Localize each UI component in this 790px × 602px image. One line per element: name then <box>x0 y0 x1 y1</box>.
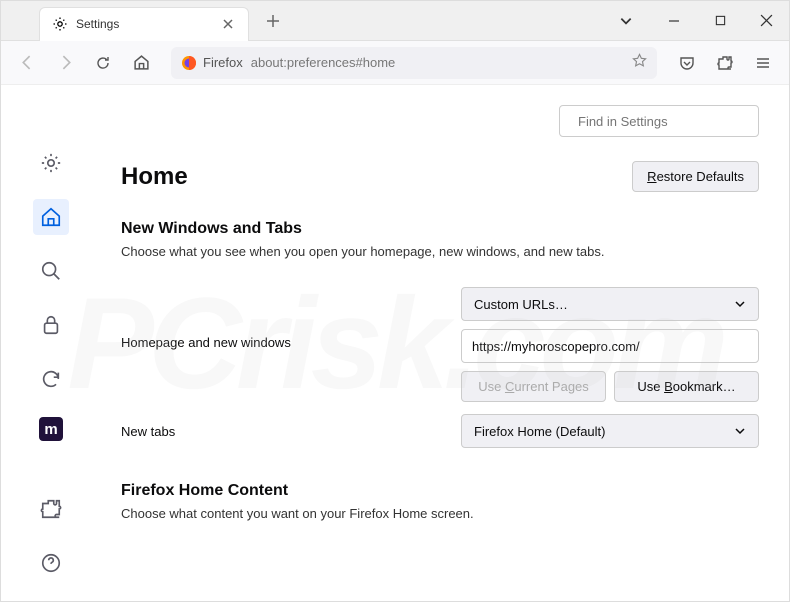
section-new-windows-title: New Windows and Tabs <box>121 220 759 238</box>
sidebar-general[interactable] <box>33 145 69 181</box>
url-text: about:preferences#home <box>251 55 624 70</box>
close-window-button[interactable] <box>743 1 789 41</box>
tab-settings[interactable]: Settings <box>39 7 249 41</box>
home-button[interactable] <box>125 47 157 79</box>
sidebar-extensions[interactable] <box>33 491 69 527</box>
chevron-down-icon <box>734 298 746 310</box>
sidebar-privacy[interactable] <box>33 307 69 343</box>
url-identity: Firefox <box>181 55 243 71</box>
forward-button[interactable] <box>49 47 81 79</box>
firefox-logo-icon <box>181 55 197 71</box>
gear-icon <box>52 16 68 32</box>
sidebar-help[interactable] <box>33 545 69 581</box>
use-bookmark-button[interactable]: Use Bookmark… <box>614 371 759 402</box>
window: Settings <box>0 0 790 602</box>
sidebar-home[interactable] <box>33 199 69 235</box>
restore-defaults-button[interactable]: Restore Defaults <box>632 161 759 192</box>
extensions-button[interactable] <box>709 47 741 79</box>
pocket-button[interactable] <box>671 47 703 79</box>
titlebar-controls <box>609 1 789 41</box>
new-tab-button[interactable] <box>259 7 287 35</box>
homepage-label: Homepage and new windows <box>121 287 441 350</box>
homepage-mode-value: Custom URLs… <box>474 297 568 312</box>
sidebar-sync[interactable] <box>33 361 69 397</box>
homepage-mode-select[interactable]: Custom URLs… <box>461 287 759 321</box>
url-identity-label: Firefox <box>203 55 243 70</box>
menu-button[interactable] <box>747 47 779 79</box>
sidebar: m <box>1 85 101 601</box>
chevron-down-icon <box>734 425 746 437</box>
reload-button[interactable] <box>87 47 119 79</box>
section-new-windows-desc: Choose what you see when you open your h… <box>121 244 759 259</box>
titlebar: Settings <box>1 1 789 41</box>
tabs-dropdown-icon[interactable] <box>609 1 643 41</box>
navbar: Firefox about:preferences#home <box>1 41 789 85</box>
newtabs-label: New tabs <box>121 424 441 439</box>
settings-search[interactable] <box>559 105 759 137</box>
close-icon[interactable] <box>220 16 236 32</box>
minimize-button[interactable] <box>651 1 697 41</box>
sidebar-search[interactable] <box>33 253 69 289</box>
section-home-content-desc: Choose what content you want on your Fir… <box>121 506 759 521</box>
homepage-url-input[interactable] <box>461 329 759 363</box>
url-bar[interactable]: Firefox about:preferences#home <box>171 47 657 79</box>
bookmark-star-icon[interactable] <box>632 53 647 73</box>
page-title: Home <box>121 163 188 191</box>
use-current-pages-button[interactable]: Use Current Pages <box>461 371 606 402</box>
newtabs-value: Firefox Home (Default) <box>474 424 605 439</box>
maximize-button[interactable] <box>697 1 743 41</box>
content: PCrisk.com m <box>1 85 789 601</box>
back-button[interactable] <box>11 47 43 79</box>
main-panel: Home Restore Defaults New Windows and Ta… <box>101 85 789 601</box>
tab-title: Settings <box>76 17 212 31</box>
sidebar-mozilla[interactable]: m <box>39 417 63 441</box>
newtabs-select[interactable]: Firefox Home (Default) <box>461 414 759 448</box>
section-home-content-title: Firefox Home Content <box>121 482 759 500</box>
settings-search-input[interactable] <box>578 114 754 129</box>
